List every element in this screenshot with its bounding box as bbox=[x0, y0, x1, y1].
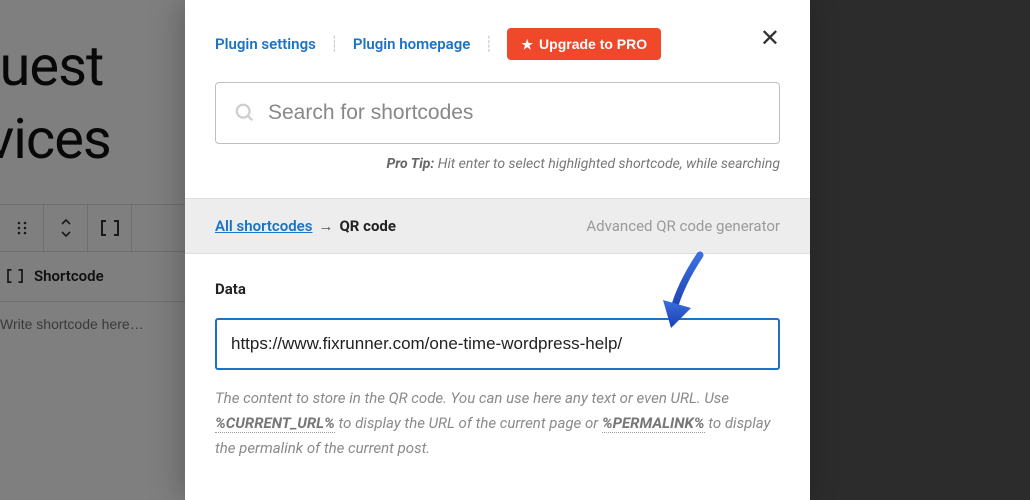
breadcrumb: All shortcodes → QR code bbox=[215, 217, 396, 235]
block-label-row: Shortcode bbox=[0, 252, 185, 302]
plugin-homepage-link[interactable]: Plugin homepage bbox=[353, 35, 471, 53]
help-segment: to display the URL of the current page o… bbox=[339, 414, 602, 432]
post-title-fragment: equest ervices bbox=[0, 0, 185, 176]
title-line: ervices bbox=[0, 106, 111, 172]
plugin-settings-link[interactable]: Plugin settings bbox=[215, 35, 316, 53]
shortcode-block-icon[interactable] bbox=[88, 205, 132, 251]
upgrade-label: Upgrade to PRO bbox=[539, 36, 647, 52]
breadcrumb-bar: All shortcodes → QR code Advanced QR cod… bbox=[185, 198, 810, 254]
data-help-text: The content to store in the QR code. You… bbox=[215, 386, 780, 460]
close-icon[interactable]: ✕ bbox=[752, 20, 788, 56]
separator: ┊ bbox=[484, 35, 493, 53]
breadcrumb-description: Advanced QR code generator bbox=[586, 217, 780, 235]
breadcrumb-current: QR code bbox=[339, 217, 396, 235]
modal-top-links: Plugin settings ┊ Plugin homepage ┊ ★ Up… bbox=[215, 28, 780, 60]
data-input[interactable] bbox=[215, 318, 780, 370]
breadcrumb-root-link[interactable]: All shortcodes bbox=[215, 217, 312, 235]
block-toolbar bbox=[0, 204, 185, 252]
drag-handle-icon[interactable] bbox=[0, 205, 44, 251]
star-icon: ★ bbox=[521, 38, 533, 51]
placeholder-token: %PERMALINK% bbox=[602, 414, 705, 433]
arrow-icon: → bbox=[318, 217, 333, 235]
background-editor: equest ervices Shortcode bbox=[0, 0, 185, 500]
shortcode-icon bbox=[6, 267, 24, 285]
shortcode-input[interactable] bbox=[0, 302, 185, 346]
placeholder-token: %CURRENT_URL% bbox=[215, 414, 335, 433]
block-label: Shortcode bbox=[34, 267, 104, 285]
search-input[interactable] bbox=[268, 101, 761, 125]
separator: ┊ bbox=[330, 35, 339, 53]
pro-tip-label: Pro Tip: bbox=[387, 156, 435, 172]
title-line: equest bbox=[0, 33, 103, 99]
data-field-label: Data bbox=[215, 280, 780, 298]
move-up-down-icon[interactable] bbox=[44, 205, 88, 251]
shortcode-modal: Plugin settings ┊ Plugin homepage ┊ ★ Up… bbox=[185, 0, 810, 500]
pro-tip-text: Pro Tip: Hit enter to select highlighted… bbox=[215, 156, 780, 198]
search-icon bbox=[234, 102, 256, 124]
upgrade-button[interactable]: ★ Upgrade to PRO bbox=[507, 28, 661, 60]
search-field-wrap[interactable] bbox=[215, 82, 780, 144]
help-segment: The content to store in the QR code. You… bbox=[215, 389, 729, 407]
pro-tip-body: Hit enter to select highlighted shortcod… bbox=[438, 156, 780, 172]
